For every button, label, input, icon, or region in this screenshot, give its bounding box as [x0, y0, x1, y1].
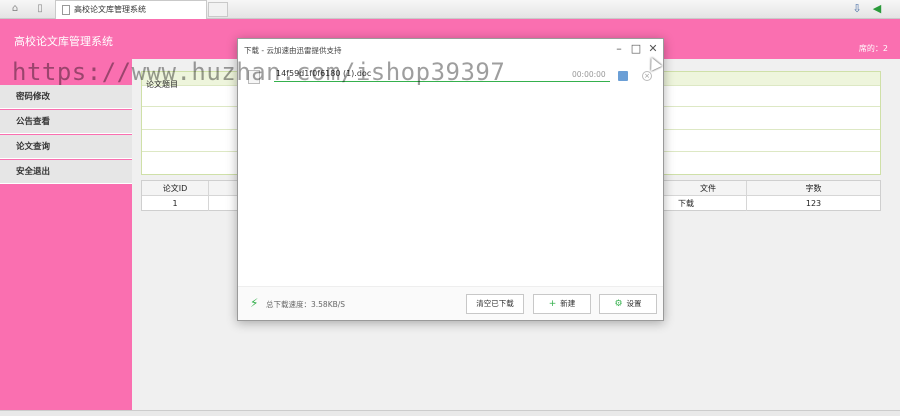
- user-label: 席的：2: [858, 44, 888, 53]
- download-link[interactable]: 下载: [670, 196, 747, 211]
- dialog-footer: ⚡ 总下载速度：3.58KB/S 清空已下载 + 新建 ⚙ 设置: [238, 286, 663, 320]
- gear-icon: ⚙: [614, 299, 623, 309]
- sidebar-item-paper-search[interactable]: 论文查询: [0, 135, 132, 159]
- close-icon[interactable]: ✕: [646, 42, 660, 56]
- new-tab-button[interactable]: [208, 2, 228, 17]
- clear-downloaded-button[interactable]: 清空已下载: [466, 294, 524, 314]
- sidebar-item-logout[interactable]: 安全退出: [0, 160, 132, 184]
- sidebar-item-change-password[interactable]: 密码修改: [0, 85, 132, 109]
- settings-button[interactable]: ⚙ 设置: [599, 294, 657, 314]
- new-download-button[interactable]: + 新建: [533, 294, 591, 314]
- sidebar: 密码修改 公告查看 论文查询 安全退出: [0, 59, 132, 416]
- remove-icon[interactable]: ×: [642, 71, 652, 81]
- minimize-icon[interactable]: –: [612, 42, 626, 56]
- maximize-icon[interactable]: □: [629, 42, 643, 56]
- home-icon[interactable]: ⌂: [8, 3, 22, 15]
- clear-downloaded-label: 清空已下载: [476, 299, 514, 308]
- browser-tab-title: 高校论文库管理系统: [74, 5, 146, 14]
- sidebar-item-announcements[interactable]: 公告查看: [0, 110, 132, 134]
- sidebar-item-label: 论文查询: [16, 142, 51, 152]
- open-folder-icon[interactable]: [618, 71, 628, 81]
- page-icon: [62, 5, 70, 15]
- speed-bolt-icon: ⚡: [250, 296, 259, 310]
- back-arrow-icon[interactable]: ◀: [870, 2, 884, 16]
- sidebar-item-label: 公告查看: [16, 117, 51, 127]
- plus-icon: +: [548, 299, 557, 309]
- column-header-id: 论文ID: [142, 181, 209, 196]
- watermark: https://www.huzhan.com/ishop39397: [12, 58, 506, 86]
- reader-icon[interactable]: ▯: [33, 3, 47, 15]
- app-title: 高校论文库管理系统: [14, 35, 113, 48]
- sidebar-item-label: 安全退出: [16, 167, 51, 177]
- status-bar: [0, 410, 900, 416]
- total-speed-label: 总下载速度：3.58KB/S: [266, 300, 346, 309]
- browser-toolbar: ⌂ ▯ 高校论文库管理系统 ⇩ ◀: [0, 0, 900, 19]
- column-header-words: 字数: [805, 184, 822, 193]
- settings-label: 设置: [626, 299, 642, 308]
- sidebar-item-label: 密码修改: [16, 92, 51, 102]
- new-download-label: 新建: [560, 299, 576, 308]
- cell-words: 123: [805, 199, 822, 208]
- column-header-file: 文件: [670, 181, 747, 196]
- browser-tab[interactable]: 高校论文库管理系统: [55, 0, 207, 19]
- download-manager-icon[interactable]: ⇩: [850, 2, 864, 16]
- cell-id: 1: [142, 196, 209, 211]
- dialog-title: 下载 - 云加速由迅雷提供支持: [244, 46, 342, 55]
- download-time: 00:00:00: [572, 70, 606, 79]
